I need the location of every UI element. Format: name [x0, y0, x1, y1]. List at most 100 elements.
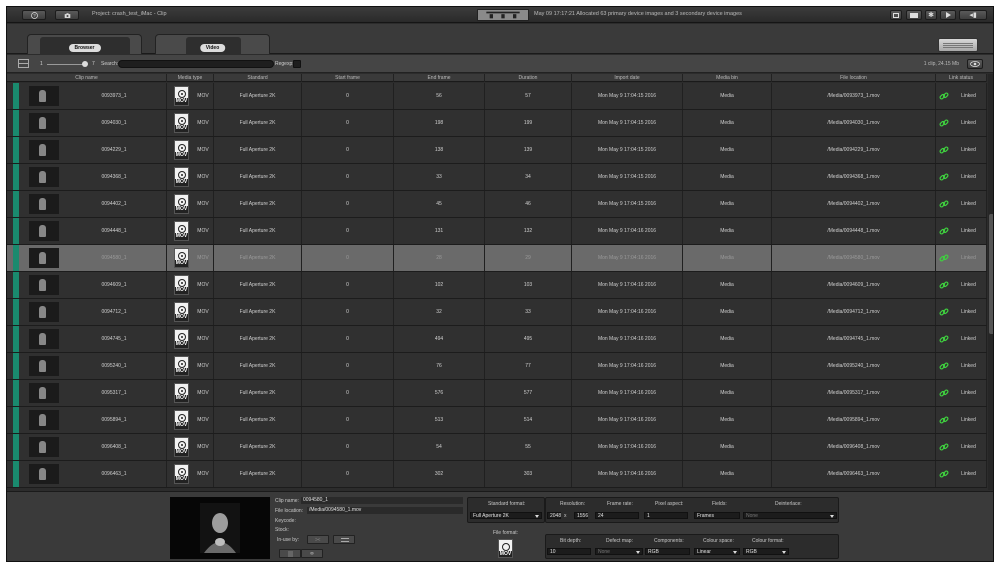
deinterlace-dropdown[interactable]: None [743, 512, 837, 519]
file-location-field[interactable]: /Media/0094580_1.mov [307, 507, 463, 514]
link-icon[interactable] [939, 334, 949, 344]
column-header-date[interactable]: Import date [572, 74, 683, 82]
table-row[interactable]: 0093973_1 MOV Full Aperture 2K 0 56 57 Mon May… [7, 83, 987, 110]
table-row[interactable]: 0096463_1 MOV Full Aperture 2K 0 302 303 Mon M… [7, 461, 987, 488]
column-header-name[interactable]: Clip name [7, 74, 167, 82]
column-header-type[interactable]: Media type [167, 74, 214, 82]
mov-file-icon: MOV [174, 275, 189, 295]
bit-depth-field[interactable]: 10 [547, 548, 591, 555]
layout-button[interactable] [906, 10, 922, 20]
column-header-end[interactable]: End frame [394, 74, 485, 82]
help-button[interactable]: ? [22, 10, 46, 20]
visibility-button[interactable] [967, 59, 983, 69]
standard-format-value: Full Aperture 2K [473, 513, 509, 519]
table-row[interactable]: 0094030_1 MOV Full Aperture 2K 0 198 199 Mon M… [7, 110, 987, 137]
relink-button[interactable]: ⚭ [301, 549, 323, 558]
clip-table: Clip name Media type Standard Start frame En… [7, 74, 987, 490]
link-icon[interactable] [939, 307, 949, 317]
exit-button[interactable]: ◂▮ [959, 10, 987, 20]
table-row[interactable]: 0094609_1 MOV Full Aperture 2K 0 102 103 Mon M… [7, 272, 987, 299]
column-header-location[interactable]: File location [772, 74, 936, 82]
table-row[interactable]: 0094448_1 MOV Full Aperture 2K 0 131 132 Mon M… [7, 218, 987, 245]
cell-bin: Media [683, 191, 772, 217]
link-icon[interactable] [939, 442, 949, 452]
link-icon[interactable] [939, 145, 949, 155]
standard-format-dropdown[interactable]: Full Aperture 2K [470, 512, 542, 519]
table-row[interactable]: 0095894_1 MOV Full Aperture 2K 0 513 514 Mon M… [7, 407, 987, 434]
table-row[interactable]: 0094580_1 MOV Full Aperture 2K 0 28 29 Mon May… [7, 245, 987, 272]
resolution-height-field[interactable]: 1556 [574, 512, 588, 519]
table-row[interactable]: 0095240_1 MOV Full Aperture 2K 0 76 77 Mon May… [7, 353, 987, 380]
scrollbar-thumb[interactable] [989, 214, 993, 334]
search-input[interactable] [118, 60, 274, 68]
keyboard-button[interactable] [890, 10, 902, 20]
snapshot-button[interactable] [55, 10, 79, 20]
column-header-duration[interactable]: Duration [485, 74, 572, 82]
cell-standard: Full Aperture 2K [214, 83, 302, 109]
column-header-bin[interactable]: Media bin [683, 74, 772, 82]
player-button[interactable] [940, 10, 956, 20]
scissors-icon: ✂ [315, 537, 321, 544]
clip-thumbnail [29, 221, 59, 241]
fields-dropdown[interactable]: Frames [694, 512, 740, 519]
settings-button[interactable]: ✱ [925, 10, 937, 20]
frame-rate-field[interactable]: 24 [595, 512, 639, 519]
mov-file-icon: MOV [174, 356, 189, 376]
components-field[interactable]: RGB [645, 548, 690, 555]
zoom-slider[interactable] [47, 64, 87, 65]
app-logo[interactable] [477, 9, 529, 21]
top-bar: ? Project: crash_test_iMac - Clip May 09… [7, 7, 993, 23]
column-header-start[interactable]: Start frame [302, 74, 394, 82]
defect-map-dropdown[interactable]: None [595, 548, 643, 555]
clip-name-field[interactable]: 0094580_1 [301, 497, 463, 504]
cell-standard: Full Aperture 2K [214, 461, 302, 487]
link-icon[interactable] [939, 280, 949, 290]
fields-label: Fields: [712, 501, 727, 507]
cell-standard: Full Aperture 2K [214, 407, 302, 433]
cell-date: Mon May 9 17:04:16 2016 [572, 326, 683, 352]
link-icon[interactable] [939, 388, 949, 398]
link-icon[interactable] [939, 172, 949, 182]
table-row[interactable]: 0095317_1 MOV Full Aperture 2K 0 576 577 Mon M… [7, 380, 987, 407]
column-header-standard[interactable]: Standard [214, 74, 302, 82]
cell-start: 0 [302, 434, 394, 460]
pixel-aspect-field[interactable]: 1 [644, 512, 688, 519]
table-row[interactable]: 0096408_1 MOV Full Aperture 2K 0 54 55 Mon May… [7, 434, 987, 461]
link-icon[interactable] [939, 469, 949, 479]
colour-space-dropdown[interactable]: Linear [694, 548, 740, 555]
mov-file-icon: MOV [174, 464, 189, 484]
cell-date: Mon May 9 17:04:16 2016 [572, 245, 683, 271]
column-header-link[interactable]: Link status [936, 74, 987, 82]
resolution-width-field[interactable]: 2048 [547, 512, 561, 519]
colour-format-dropdown[interactable]: RGB [743, 548, 789, 555]
link-icon[interactable] [939, 415, 949, 425]
link-icon[interactable] [939, 253, 949, 263]
link-icon[interactable] [939, 226, 949, 236]
zoom-slider-handle[interactable] [82, 61, 88, 67]
cell-location: /Media/0095894_1.mov [772, 407, 936, 433]
table-row[interactable]: 0094368_1 MOV Full Aperture 2K 0 33 34 Mon May… [7, 164, 987, 191]
vertical-scrollbar[interactable] [988, 74, 993, 490]
grid-view-button[interactable] [18, 59, 29, 68]
view-toggle-button[interactable] [938, 38, 978, 52]
link-icon[interactable] [939, 361, 949, 371]
row-color-tag [13, 191, 19, 217]
link-icon[interactable] [939, 118, 949, 128]
cell-type: MOV [193, 353, 214, 379]
link-icon[interactable] [939, 199, 949, 209]
table-row[interactable]: 0094745_1 MOV Full Aperture 2K 0 494 495 Mon M… [7, 326, 987, 353]
cell-bin: Media [683, 137, 772, 163]
row-color-tag [13, 299, 19, 325]
table-row[interactable]: 0094402_1 MOV Full Aperture 2K 0 45 46 Mon May… [7, 191, 987, 218]
clip-thumbnail [29, 329, 59, 349]
delete-button[interactable] [279, 549, 301, 558]
tab-browser[interactable]: Browser [27, 34, 142, 55]
table-row[interactable]: 0094712_1 MOV Full Aperture 2K 0 32 33 Mon May… [7, 299, 987, 326]
link-icon[interactable] [939, 91, 949, 101]
regex-checkbox[interactable] [293, 60, 301, 68]
cut-button[interactable]: ✂ [307, 535, 329, 544]
list-button[interactable] [333, 535, 355, 544]
tab-video[interactable]: Video [155, 34, 270, 55]
cell-duration: 199 [485, 110, 572, 136]
table-row[interactable]: 0094229_1 MOV Full Aperture 2K 0 138 139 Mon M… [7, 137, 987, 164]
